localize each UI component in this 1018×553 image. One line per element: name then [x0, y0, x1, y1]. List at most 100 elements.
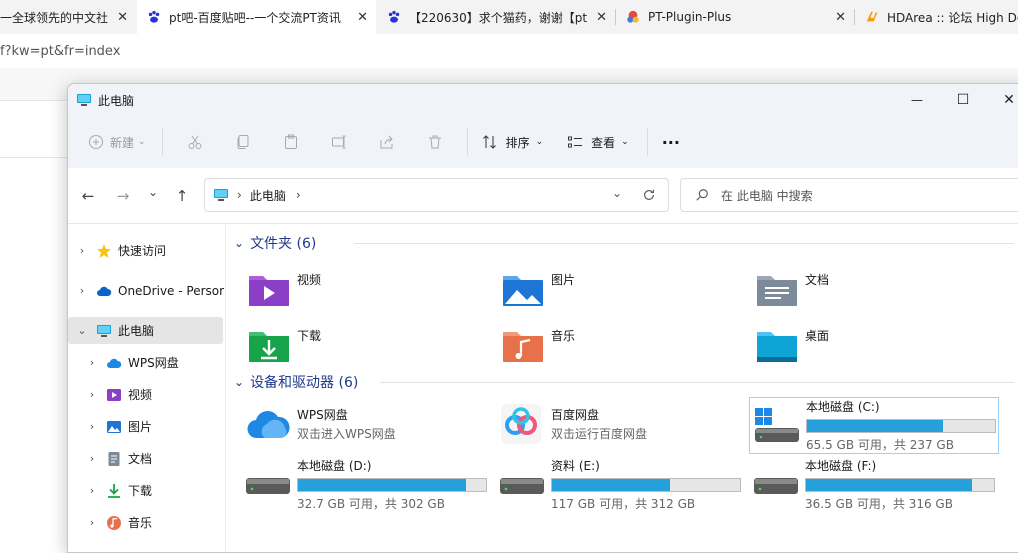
paste-button[interactable] — [267, 126, 315, 158]
drive-name: WPS网盘 — [297, 408, 348, 422]
search-box[interactable]: 在 此电脑 中搜索 — [680, 178, 1018, 212]
close-icon: ✕ — [1003, 92, 1015, 108]
browser-tab-3[interactable]: 【220630】求个猫药，谢谢【pt ✕ — [377, 0, 615, 34]
close-icon[interactable]: ✕ — [357, 10, 368, 25]
section-title: 设备和驱动器 (6) — [250, 375, 359, 391]
copy-button[interactable] — [219, 126, 267, 158]
drive-d[interactable]: 本地磁盘 (D:) 32.7 GB 可用，共 302 GB — [245, 456, 497, 512]
hard-drive-icon — [246, 478, 290, 494]
sidebar-item-documents[interactable]: › 文档 — [68, 445, 225, 472]
search-placeholder: 在 此电脑 中搜索 — [721, 188, 813, 203]
sidebar-item-quick-access[interactable]: › 快速访问 — [68, 237, 225, 264]
sidebar-item-wps-drive[interactable]: › WPS网盘 — [68, 349, 225, 376]
minimize-button[interactable]: — — [894, 84, 940, 116]
drive-usage-bar — [806, 419, 996, 433]
breadcrumb-separator[interactable]: › — [296, 188, 301, 202]
more-icon: ··· — [661, 132, 680, 152]
recent-locations-button[interactable]: ⌄ — [141, 180, 165, 204]
browser-tab-bar: 一全球领先的中文社区 ✕ pt吧-百度贴吧--一个交流PT资讯 ✕ 【22063… — [0, 0, 1018, 34]
folder-pictures[interactable]: 图片 — [501, 263, 751, 313]
download-icon — [108, 483, 120, 498]
folder-downloads[interactable]: 下载 — [247, 319, 497, 369]
drive-space: 65.5 GB 可用，共 237 GB — [806, 438, 954, 452]
close-button[interactable]: ✕ — [986, 84, 1018, 116]
minimize-icon: — — [911, 93, 923, 107]
sidebar-item-onedrive[interactable]: › OneDrive - Persor — [68, 277, 225, 304]
chevron-right-icon[interactable]: › — [86, 388, 98, 401]
hard-drive-icon — [500, 478, 544, 494]
sidebar-item-pictures[interactable]: › 图片 — [68, 413, 225, 440]
title-bar[interactable]: 此电脑 — ☐ ✕ — [68, 84, 1018, 116]
drive-space: 117 GB 可用，共 312 GB — [551, 496, 696, 511]
chevron-right-icon[interactable]: › — [76, 284, 88, 297]
folder-label: 下载 — [297, 329, 322, 343]
view-button[interactable]: 查看 ⌄ — [561, 126, 635, 158]
folders-section-header[interactable]: ⌄ 文件夹 (6) — [234, 233, 1014, 253]
back-button[interactable]: ← — [76, 184, 100, 208]
sidebar-item-label: OneDrive - Persor — [118, 283, 225, 298]
sidebar-item-downloads[interactable]: › 下载 — [68, 477, 225, 504]
cut-button[interactable] — [171, 126, 219, 158]
browser-tab-1[interactable]: 一全球领先的中文社区 ✕ — [0, 0, 136, 34]
browser-address-bar[interactable]: f?kw=pt&fr=index — [0, 34, 1018, 68]
chevron-down-icon[interactable]: ⌄ — [76, 324, 88, 337]
new-label: 新建 — [110, 135, 135, 150]
drive-name: 百度网盘 — [551, 408, 600, 422]
chevron-down-icon: ⌄ — [535, 137, 544, 147]
drive-description: 双击进入WPS网盘 — [297, 427, 396, 441]
breadcrumb-this-pc[interactable]: 此电脑 — [250, 187, 286, 204]
browser-tab-2[interactable]: pt吧-百度贴吧--一个交流PT资讯 ✕ — [137, 0, 376, 34]
address-dropdown-icon[interactable]: ⌄ — [612, 186, 622, 200]
folder-videos[interactable]: 视频 — [247, 263, 497, 313]
rename-icon — [331, 135, 346, 149]
chevron-right-icon[interactable]: › — [76, 244, 88, 257]
drive-f[interactable]: 本地磁盘 (F:) 36.5 GB 可用，共 316 GB — [753, 456, 1005, 512]
close-icon[interactable]: ✕ — [596, 10, 607, 25]
section-title: 文件夹 (6) — [250, 236, 317, 252]
share-button[interactable] — [363, 126, 411, 158]
forward-button[interactable]: → — [111, 184, 135, 208]
usage-fill — [298, 478, 466, 491]
browser-tab-4[interactable]: PT-Plugin-Plus ✕ — [616, 0, 854, 34]
folder-music[interactable]: 音乐 — [501, 319, 751, 369]
folder-desktop[interactable]: 桌面 — [755, 319, 1005, 369]
close-icon[interactable]: ✕ — [835, 10, 846, 25]
drive-e[interactable]: 资料 (E:) 117 GB 可用，共 312 GB — [499, 456, 751, 512]
drive-wps[interactable]: WPS网盘 双击进入WPS网盘 — [245, 396, 497, 452]
wps-cloud-icon — [107, 358, 122, 368]
close-icon[interactable]: ✕ — [117, 10, 128, 25]
trash-icon — [428, 135, 441, 149]
chevron-right-icon[interactable]: › — [86, 356, 98, 369]
video-folder-icon — [249, 276, 289, 306]
download-folder-icon — [249, 332, 289, 362]
delete-button[interactable] — [411, 126, 459, 158]
sidebar-item-videos[interactable]: › 视频 — [68, 381, 225, 408]
chevron-right-icon[interactable]: › — [86, 420, 98, 433]
drives-section-header[interactable]: ⌄ 设备和驱动器 (6) — [234, 372, 1014, 392]
scissors-icon — [188, 135, 202, 149]
new-button[interactable]: 新建 ⌄ — [82, 126, 152, 158]
hard-drive-icon — [754, 478, 798, 494]
wps-cloud-icon — [247, 411, 290, 439]
maximize-button[interactable]: ☐ — [940, 84, 986, 116]
music-icon — [107, 515, 121, 530]
chevron-right-icon[interactable]: › — [86, 516, 98, 529]
sidebar-item-music[interactable]: › 音乐 — [68, 509, 225, 536]
computer-icon — [97, 324, 111, 337]
address-box[interactable]: › 此电脑 › ⌄ — [204, 178, 669, 212]
drive-baidu[interactable]: 百度网盘 双击运行百度网盘 — [499, 396, 751, 452]
refresh-icon[interactable] — [642, 188, 656, 202]
chevron-right-icon[interactable]: › — [86, 452, 98, 465]
folder-documents[interactable]: 文档 — [755, 263, 1005, 313]
rename-button[interactable] — [315, 126, 363, 158]
navigation-pane: › 快速访问 › OneDrive - Persor ⌄ 此电脑 › WPS网盘… — [68, 225, 226, 552]
computer-icon — [214, 189, 228, 201]
sidebar-item-this-pc[interactable]: ⌄ 此电脑 — [68, 317, 223, 344]
browser-tab-5[interactable]: HDArea :: 论坛 High Def — [855, 0, 1018, 34]
drive-c[interactable]: 本地磁盘 (C:) 65.5 GB 可用，共 237 GB — [749, 397, 999, 454]
more-options-button[interactable]: ··· — [656, 126, 686, 158]
chevron-right-icon[interactable]: › — [86, 484, 98, 497]
baidu-paw-icon — [148, 10, 160, 23]
up-button[interactable]: ↑ — [170, 184, 194, 208]
sort-button[interactable]: 排序 ⌄ — [476, 126, 550, 158]
